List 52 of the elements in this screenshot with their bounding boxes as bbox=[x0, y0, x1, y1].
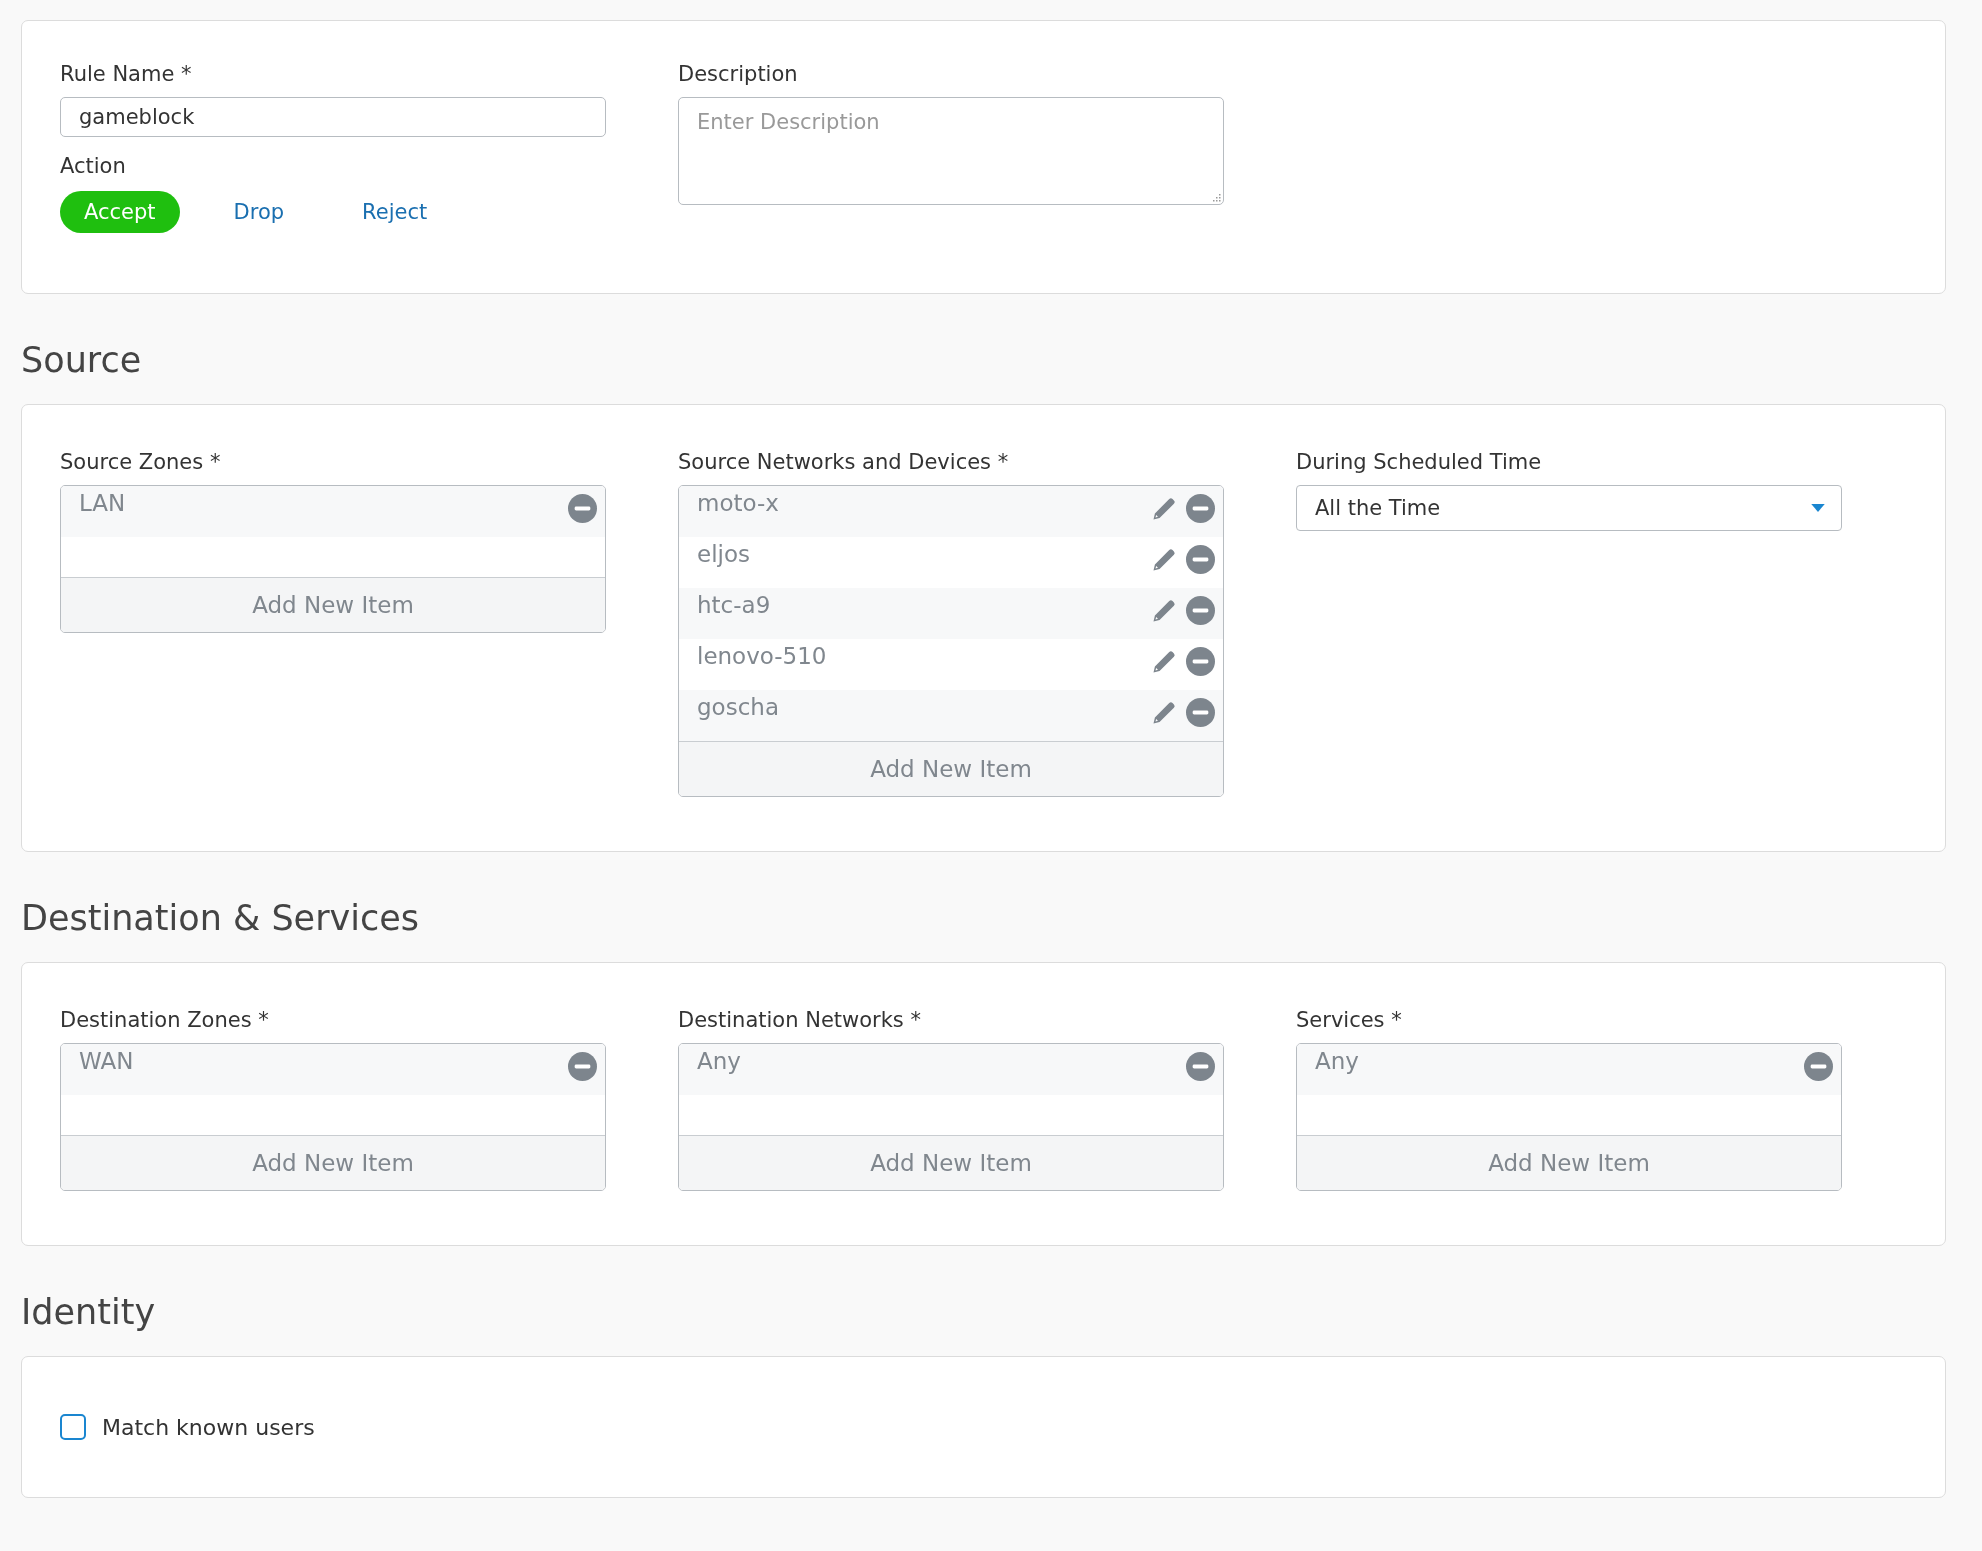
item-name: Any bbox=[697, 1047, 741, 1074]
remove-icon[interactable] bbox=[1186, 1052, 1215, 1081]
add-new-item-button[interactable]: Add New Item bbox=[679, 741, 1223, 796]
resize-grip-icon[interactable] bbox=[1213, 194, 1221, 202]
rule-name-field[interactable]: gameblock bbox=[60, 97, 606, 137]
section-heading: Destination & Services bbox=[21, 897, 420, 940]
item-name: htc-a9 bbox=[697, 591, 771, 618]
item-name: Any bbox=[1315, 1047, 1359, 1074]
remove-icon[interactable] bbox=[1804, 1052, 1833, 1081]
remove-icon[interactable] bbox=[1186, 545, 1215, 574]
list-item[interactable]: moto-x bbox=[679, 486, 1223, 537]
schedule-dropdown[interactable]: All the Time bbox=[1296, 485, 1842, 531]
checkbox[interactable] bbox=[60, 1414, 86, 1440]
item-name: moto-x bbox=[697, 489, 779, 516]
field-label: Destination Zones * bbox=[60, 1007, 269, 1033]
list-item[interactable]: goscha bbox=[679, 690, 1223, 741]
add-new-item-button[interactable]: Add New Item bbox=[61, 1135, 605, 1190]
add-new-item-button[interactable]: Add New Item bbox=[61, 577, 605, 632]
add-new-item-button[interactable]: Add New Item bbox=[1297, 1135, 1841, 1190]
section-heading: Identity bbox=[21, 1291, 157, 1334]
field-label: Description bbox=[678, 61, 798, 87]
action-option[interactable]: Reject bbox=[338, 191, 452, 233]
list-item[interactable]: Any bbox=[679, 1044, 1223, 1095]
remove-icon[interactable] bbox=[1186, 647, 1215, 676]
item-name: eljos bbox=[697, 540, 750, 567]
action-option[interactable]: Drop bbox=[209, 191, 309, 233]
field-label: Source Zones * bbox=[60, 449, 221, 475]
list-item[interactable]: htc-a9 bbox=[679, 588, 1223, 639]
action-option[interactable]: Accept bbox=[60, 191, 180, 233]
remove-icon[interactable] bbox=[568, 494, 597, 523]
caret-icon bbox=[1811, 503, 1825, 513]
field-label: Rule Name * bbox=[60, 61, 192, 87]
item-name: goscha bbox=[697, 693, 779, 720]
list-item[interactable]: Any bbox=[1297, 1044, 1841, 1095]
remove-icon[interactable] bbox=[1186, 596, 1215, 625]
field-label: Destination Networks * bbox=[678, 1007, 921, 1033]
remove-icon[interactable] bbox=[1186, 698, 1215, 727]
description-field[interactable]: Enter Description bbox=[678, 97, 1224, 205]
field-label: Source Networks and Devices * bbox=[678, 449, 1009, 475]
section-heading: Source bbox=[21, 339, 143, 382]
field-label: During Scheduled Time bbox=[1296, 449, 1542, 475]
item-name: LAN bbox=[79, 489, 126, 516]
checkbox-label: Match known users bbox=[102, 1414, 315, 1440]
item-name: lenovo-510 bbox=[697, 642, 827, 669]
remove-icon[interactable] bbox=[1186, 494, 1215, 523]
add-new-item-button[interactable]: Add New Item bbox=[679, 1135, 1223, 1190]
field-label: Services * bbox=[1296, 1007, 1402, 1033]
field-label: Action bbox=[60, 153, 126, 179]
list-item[interactable]: WAN bbox=[61, 1044, 605, 1095]
list-item[interactable]: LAN bbox=[61, 486, 605, 537]
remove-icon[interactable] bbox=[568, 1052, 597, 1081]
item-name: WAN bbox=[79, 1047, 134, 1074]
